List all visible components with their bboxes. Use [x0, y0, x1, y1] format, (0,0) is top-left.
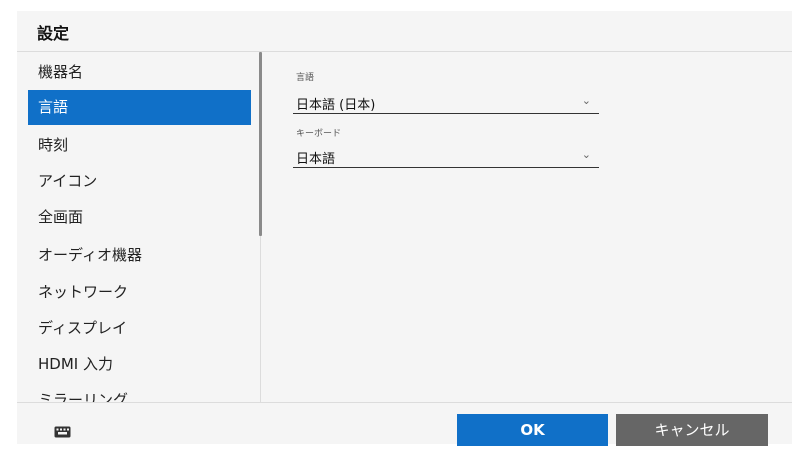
sidebar-item-mirroring[interactable]: ミラーリング: [28, 383, 251, 402]
keyboard-icon[interactable]: [54, 423, 71, 442]
keyboard-select-value: 日本語: [296, 152, 336, 167]
sidebar-item-time[interactable]: 時刻: [28, 128, 251, 163]
sidebar-item-network[interactable]: ネットワーク: [28, 275, 251, 310]
language-select[interactable]: 日本語 (日本) ⌄: [293, 91, 599, 114]
chevron-down-icon: ⌄: [581, 94, 591, 107]
sidebar-item-hdmi-input[interactable]: HDMI 入力: [28, 347, 251, 382]
chevron-down-icon: ⌄: [581, 148, 591, 161]
title-bar: 設定: [17, 11, 792, 52]
footer-divider: [17, 402, 792, 403]
sidebar: 機器名 言語 時刻 アイコン 全画面 オーディオ機器 ネットワーク ディスプレイ…: [17, 52, 260, 402]
sidebar-item-language[interactable]: 言語: [28, 90, 251, 125]
settings-dialog: 設定 機器名 言語 時刻 アイコン 全画面 オーディオ機器 ネットワーク ディス…: [17, 11, 792, 446]
keyboard-field-label: キーボード: [296, 129, 342, 139]
sidebar-scrollbar[interactable]: [259, 52, 262, 236]
sidebar-item-display[interactable]: ディスプレイ: [28, 311, 251, 346]
sidebar-item-icon[interactable]: アイコン: [28, 164, 251, 199]
language-field-label: 言語: [296, 73, 315, 83]
cancel-button[interactable]: キャンセル: [616, 414, 768, 446]
sidebar-item-device-name[interactable]: 機器名: [28, 55, 251, 90]
ok-button[interactable]: OK: [457, 414, 608, 446]
language-select-value: 日本語 (日本): [296, 98, 376, 113]
sidebar-item-audio-device[interactable]: オーディオ機器: [28, 238, 251, 273]
keyboard-select[interactable]: 日本語 ⌄: [293, 145, 599, 168]
sidebar-item-fullscreen[interactable]: 全画面: [28, 200, 251, 235]
dialog-title: 設定: [37, 24, 70, 43]
